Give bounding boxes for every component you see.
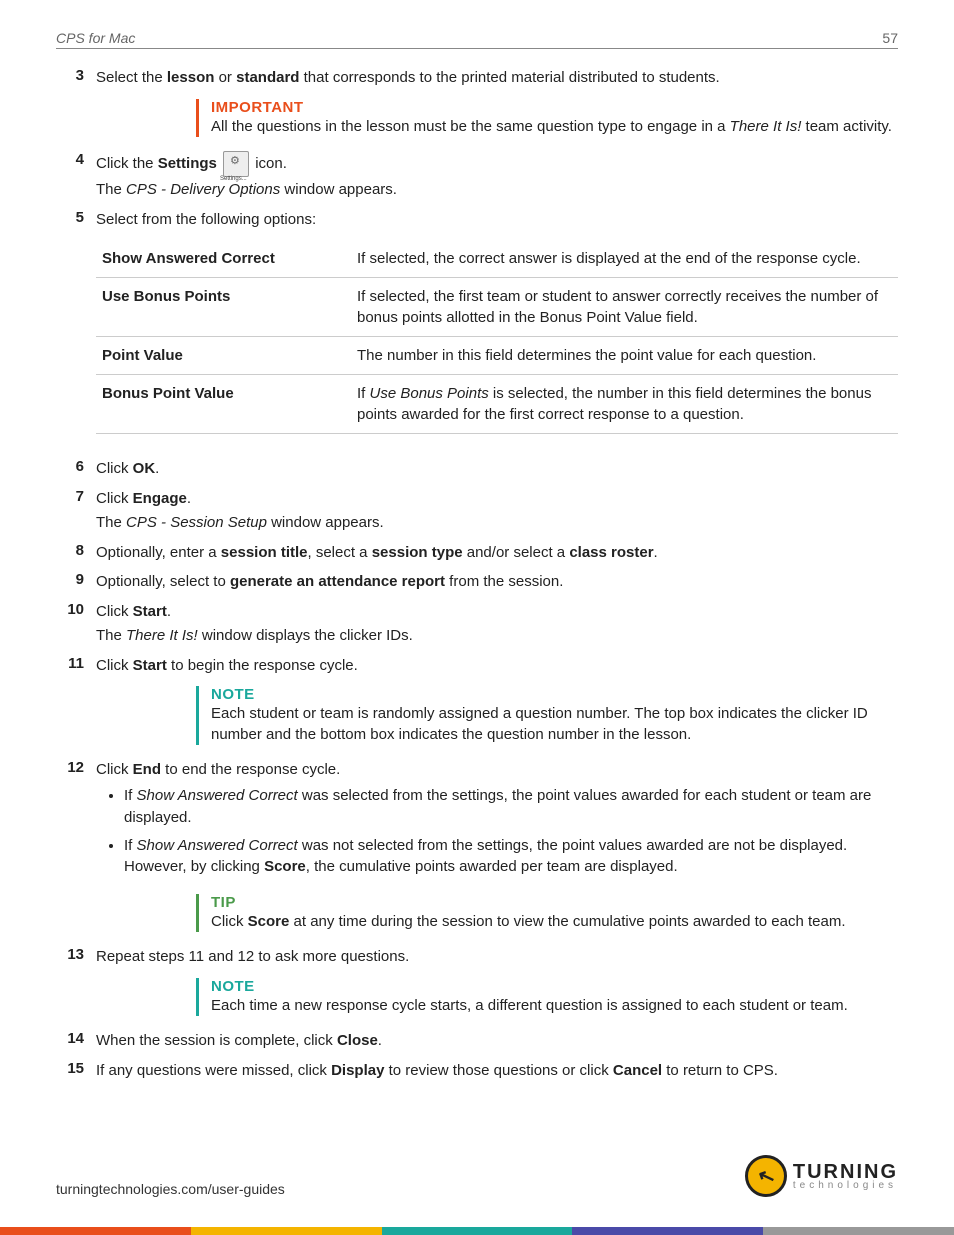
- page-header: CPS for Mac 57: [56, 30, 898, 49]
- callout-body: Each student or team is randomly assigne…: [211, 703, 898, 745]
- step-num: 10: [56, 601, 96, 649]
- step-text: If any questions were missed, click Disp…: [96, 1060, 898, 1082]
- step-5: 5 Select from the following options: Sho…: [56, 209, 898, 453]
- footer-url: turningtechnologies.com/user-guides: [56, 1181, 285, 1197]
- option-desc: If selected, the correct answer is displ…: [351, 240, 898, 278]
- page-number: 57: [882, 30, 898, 46]
- logo-text-1: TURNING: [793, 1163, 898, 1181]
- step-text: Click Engage.: [96, 488, 898, 510]
- option-desc: If Use Bonus Points is selected, the num…: [351, 375, 898, 434]
- step-num: 12: [56, 759, 96, 886]
- step-7: 7 Click Engage. The CPS - Session Setup …: [56, 488, 898, 536]
- step-11: 11 Click Start to begin the response cyc…: [56, 655, 898, 679]
- step-sub: The There It Is! window displays the cli…: [96, 625, 898, 647]
- table-row: Bonus Point Value If Use Bonus Points is…: [96, 375, 898, 434]
- step-text: Optionally, enter a session title, selec…: [96, 542, 898, 564]
- step-14: 14 When the session is complete, click C…: [56, 1030, 898, 1054]
- step-num: 15: [56, 1060, 96, 1084]
- step-text: Select from the following options:: [96, 209, 898, 231]
- option-label: Use Bonus Points: [96, 278, 351, 337]
- step-3: 3 Select the lesson or standard that cor…: [56, 67, 898, 91]
- step-num: 9: [56, 571, 96, 595]
- callout-note-2: NOTE Each time a new response cycle star…: [196, 978, 898, 1016]
- step-10: 10 Click Start. The There It Is! window …: [56, 601, 898, 649]
- callout-title: NOTE: [211, 978, 898, 995]
- step-sub: The CPS - Session Setup window appears.: [96, 512, 898, 534]
- step-13: 13 Repeat steps 11 and 12 to ask more qu…: [56, 946, 898, 970]
- bottom-color-bar: [0, 1227, 954, 1235]
- callout-title: IMPORTANT: [211, 99, 898, 116]
- settings-icon: ⚙: [223, 151, 249, 177]
- page-footer: turningtechnologies.com/user-guides ↖ TU…: [56, 1155, 898, 1197]
- callout-body: Each time a new response cycle starts, a…: [211, 995, 898, 1016]
- table-row: Use Bonus Points If selected, the first …: [96, 278, 898, 337]
- step-num: 13: [56, 946, 96, 970]
- option-desc: The number in this field determines the …: [351, 337, 898, 375]
- table-row: Point Value The number in this field det…: [96, 337, 898, 375]
- step-num: 7: [56, 488, 96, 536]
- bullet: If Show Answered Correct was not selecte…: [124, 835, 898, 879]
- option-desc: If selected, the first team or student t…: [351, 278, 898, 337]
- step-15: 15 If any questions were missed, click D…: [56, 1060, 898, 1084]
- step-text: Select the lesson or standard that corre…: [96, 67, 898, 89]
- step-text: Click OK.: [96, 458, 898, 480]
- doc-title: CPS for Mac: [56, 30, 135, 46]
- step-8: 8 Optionally, enter a session title, sel…: [56, 542, 898, 566]
- logo-text-2: technologies: [793, 1181, 898, 1190]
- step-text: Optionally, select to generate an attend…: [96, 571, 898, 593]
- callout-important: IMPORTANT All the questions in the lesso…: [196, 99, 898, 137]
- step-num: 6: [56, 458, 96, 482]
- step-text: Click Start to begin the response cycle.: [96, 655, 898, 677]
- step-num: 14: [56, 1030, 96, 1054]
- step-num: 4: [56, 151, 96, 203]
- step-text: When the session is complete, click Clos…: [96, 1030, 898, 1052]
- step-num: 11: [56, 655, 96, 679]
- option-label: Bonus Point Value: [96, 375, 351, 434]
- step-text: Click End to end the response cycle.: [96, 759, 898, 781]
- step-6: 6 Click OK.: [56, 458, 898, 482]
- step-text: Repeat steps 11 and 12 to ask more quest…: [96, 946, 898, 968]
- option-label: Show Answered Correct: [96, 240, 351, 278]
- callout-body: All the questions in the lesson must be …: [211, 116, 898, 137]
- step-12: 12 Click End to end the response cycle. …: [56, 759, 898, 886]
- callout-title: TIP: [211, 894, 898, 911]
- sub-bullets: If Show Answered Correct was selected fr…: [124, 785, 898, 878]
- options-table: Show Answered Correct If selected, the c…: [96, 240, 898, 434]
- step-4: 4 Click the Settings ⚙ icon. The CPS - D…: [56, 151, 898, 203]
- callout-note-1: NOTE Each student or team is randomly as…: [196, 686, 898, 745]
- step-9: 9 Optionally, select to generate an atte…: [56, 571, 898, 595]
- step-num: 8: [56, 542, 96, 566]
- logo-mark-icon: ↖: [745, 1155, 787, 1197]
- callout-title: NOTE: [211, 686, 898, 703]
- table-row: Show Answered Correct If selected, the c…: [96, 240, 898, 278]
- callout-tip: TIP Click Score at any time during the s…: [196, 894, 898, 932]
- callout-body: Click Score at any time during the sessi…: [211, 911, 898, 932]
- option-label: Point Value: [96, 337, 351, 375]
- turning-logo: ↖ TURNING technologies: [745, 1155, 898, 1197]
- bullet: If Show Answered Correct was selected fr…: [124, 785, 898, 829]
- step-text: Click the Settings ⚙ icon.: [96, 151, 898, 177]
- step-num: 3: [56, 67, 96, 91]
- step-num: 5: [56, 209, 96, 453]
- step-text: Click Start.: [96, 601, 898, 623]
- step-sub: The CPS - Delivery Options window appear…: [96, 179, 898, 201]
- steps-list: 3 Select the lesson or standard that cor…: [56, 67, 898, 91]
